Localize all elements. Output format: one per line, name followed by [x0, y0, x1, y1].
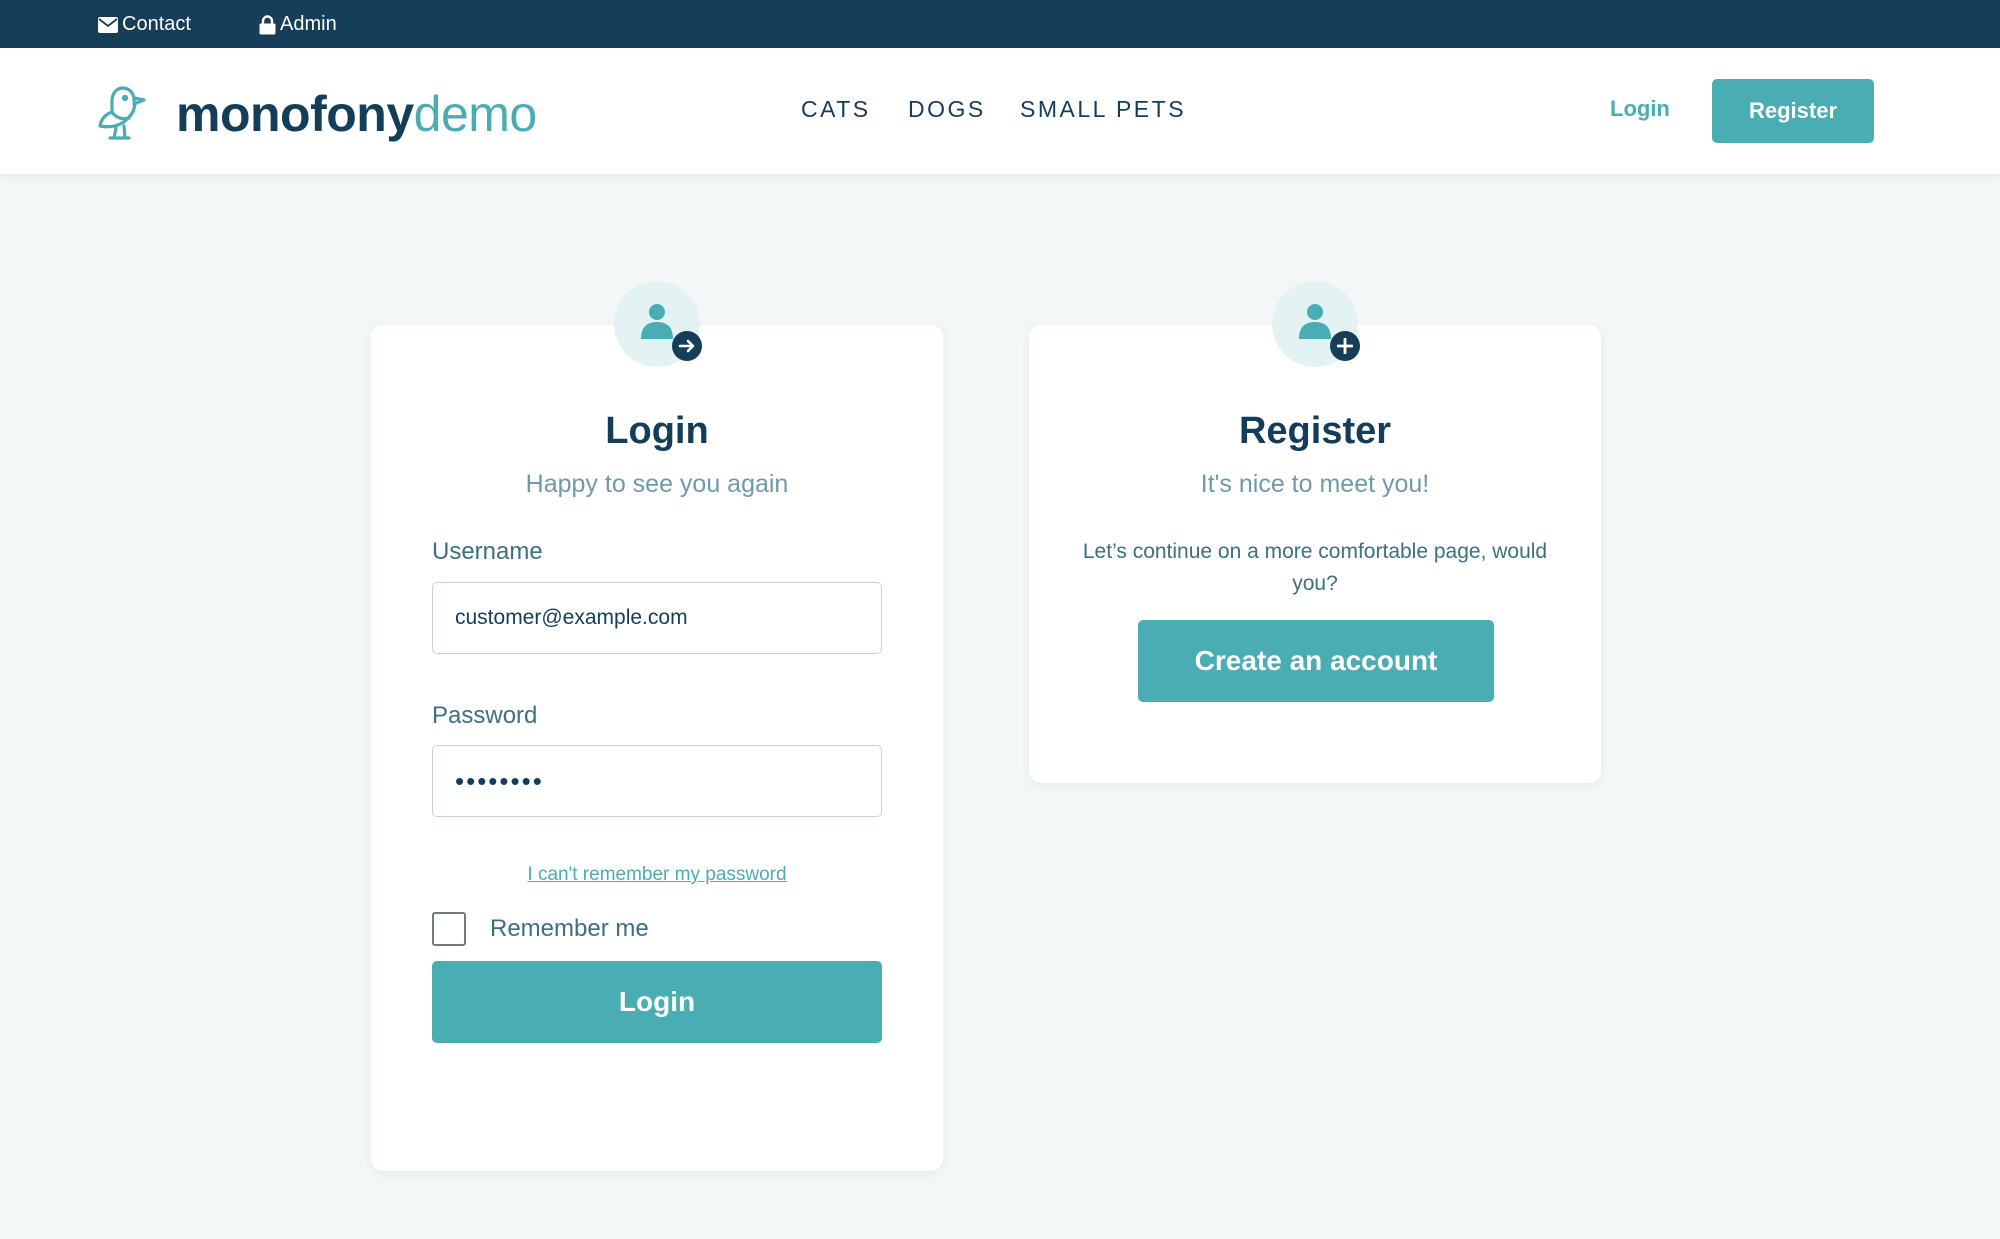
envelope-icon [98, 16, 118, 33]
register-subtitle: It's nice to meet you! [1200, 470, 1430, 498]
contact-label: Contact [122, 13, 191, 35]
login-card: Login Happy to see you again Username Pa… [371, 325, 943, 1171]
password-label: Password [432, 702, 538, 729]
username-label: Username [432, 538, 543, 565]
nav-item-cats[interactable]: CATS [801, 96, 871, 123]
top-bar: Contact Admin [0, 0, 2000, 48]
register-badge [1272, 281, 1360, 367]
login-submit-button[interactable]: Login [432, 961, 882, 1043]
sign-in-arrow-icon [672, 331, 702, 361]
nav-item-dogs[interactable]: DOGS [908, 96, 986, 123]
nav-item-small-pets[interactable]: SMALL PETS [1020, 96, 1186, 123]
login-title: Login [605, 410, 709, 452]
login-badge [614, 281, 702, 367]
login-subtitle: Happy to see you again [525, 470, 789, 498]
username-input[interactable] [432, 582, 882, 654]
register-title: Register [1238, 410, 1392, 452]
user-icon [641, 304, 673, 339]
password-input[interactable] [432, 745, 882, 817]
admin-label: Admin [280, 13, 337, 35]
remember-me: Remember me [432, 912, 649, 946]
plus-icon [1330, 331, 1360, 361]
contact-link[interactable]: Contact [98, 13, 191, 36]
remember-me-checkbox[interactable] [432, 912, 466, 946]
admin-link[interactable]: Admin [259, 13, 337, 36]
main-nav: CATS DOGS SMALL PETS [0, 96, 2000, 126]
header-login-link[interactable]: Login [1610, 96, 1670, 122]
register-card: Register It's nice to meet you! Let’s co… [1029, 325, 1601, 783]
remember-me-label: Remember me [490, 915, 649, 942]
lock-icon [259, 14, 276, 34]
site-header: monofonydemo CATS DOGS SMALL PETS [0, 48, 2000, 174]
user-icon [1299, 304, 1331, 339]
forgot-password-link[interactable]: I can't remember my password [371, 864, 943, 886]
create-account-button[interactable]: Create an account [1138, 620, 1494, 702]
header-register-button[interactable]: Register [1712, 79, 1874, 143]
register-text: Let’s continue on a more comfortable pag… [1082, 540, 1548, 595]
